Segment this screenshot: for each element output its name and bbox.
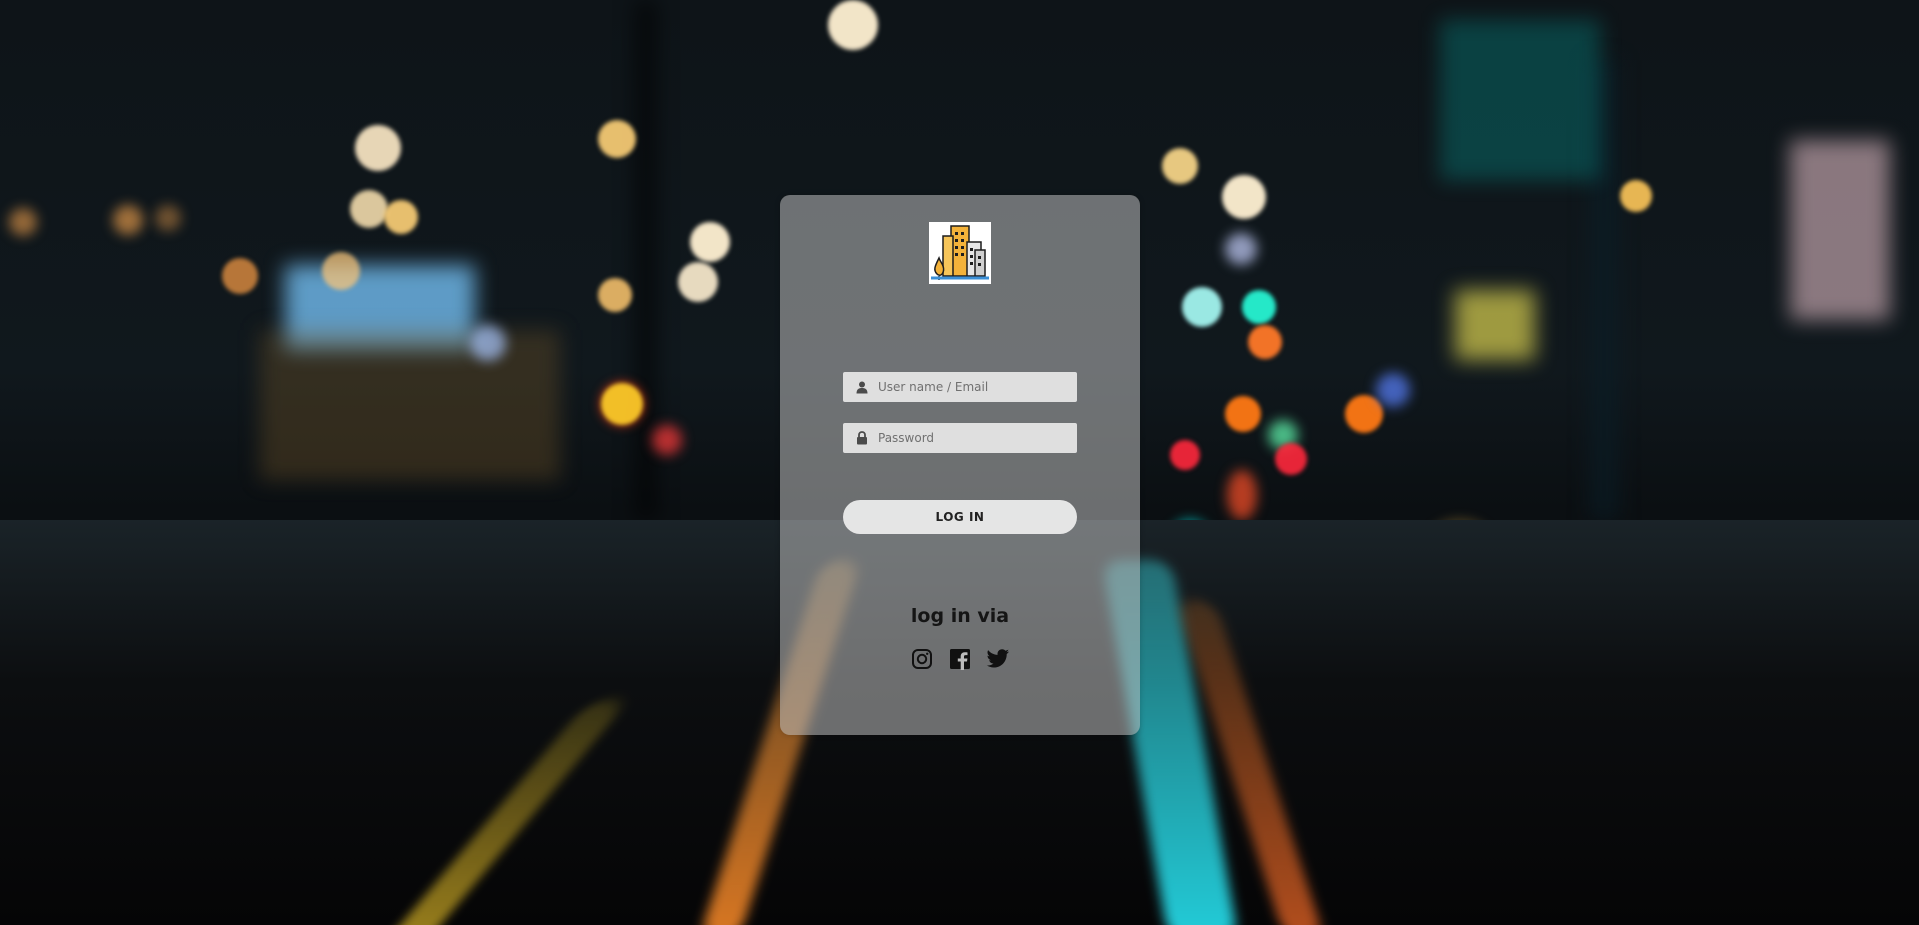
password-input[interactable] [878,431,1068,445]
login-button[interactable]: LOG IN [843,500,1077,534]
bokeh-light [598,120,636,158]
background-sign [1790,140,1890,320]
bokeh-light [1345,395,1383,433]
background-teal-glow [1440,20,1600,180]
login-via-label: log in via [910,605,1010,627]
lock-icon [855,431,869,445]
user-icon [855,380,869,394]
facebook-icon[interactable] [948,647,972,671]
bokeh-light [1225,233,1257,265]
bokeh-light [155,205,181,231]
login-card: LOG IN log in via [780,195,1140,735]
username-input[interactable] [878,380,1068,394]
bokeh-light [1222,175,1266,219]
bokeh-light [1242,290,1276,324]
password-field[interactable] [843,423,1077,453]
bokeh-light [1275,443,1307,475]
bokeh-light [678,262,718,302]
bokeh-light [9,208,37,236]
bokeh-light [384,200,418,234]
bokeh-light [355,125,401,171]
bokeh-light [113,205,143,235]
background-road-sign [1455,290,1535,360]
building-logo-icon [929,222,991,284]
bokeh-light [690,222,730,262]
bokeh-light [1182,287,1222,327]
bokeh-light [222,258,258,294]
social-login-list [780,647,1140,671]
bokeh-light [1620,180,1652,212]
background-building [260,330,560,480]
twitter-icon[interactable] [986,647,1010,671]
instagram-icon[interactable] [910,647,934,671]
bokeh-light [350,190,388,228]
bokeh-light [828,0,878,50]
bokeh-light [1225,396,1261,432]
bokeh-light [1376,373,1410,407]
bokeh-light [470,325,506,361]
bokeh-light [322,252,360,290]
username-field[interactable] [843,372,1077,402]
bokeh-light [652,425,682,455]
bokeh-light [1170,440,1200,470]
bokeh-light [1162,148,1198,184]
bokeh-light [1248,325,1282,359]
bokeh-light [1227,470,1257,520]
bokeh-light [598,278,632,312]
bokeh-light [601,383,643,425]
